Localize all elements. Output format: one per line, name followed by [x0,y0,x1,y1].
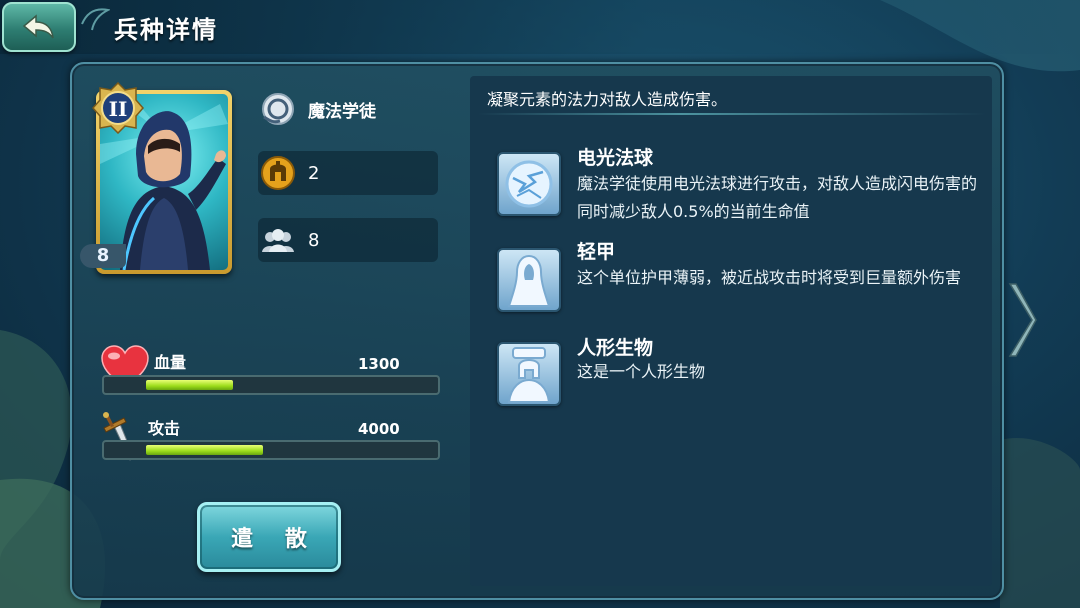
unit-description: 凝聚元素的法力对敌人造成伤害。 [487,90,728,109]
dismiss-button[interactable]: 遣 散 [197,502,341,572]
ability-title-1: 电光法球 [577,147,654,169]
back-button[interactable] [2,2,76,52]
page-title: 兵种详情 [114,16,218,44]
humanoid-icon [497,342,561,406]
attack-value: 4000 [358,420,400,438]
troops-icon [262,229,294,252]
defense-row: 2 [258,151,438,195]
lightning-orb-icon [497,152,561,216]
dismiss-button-label: 遣 散 [231,527,319,552]
light-armor-icon [497,248,561,312]
attack-bar-fill [146,445,263,455]
hp-bar [102,375,440,395]
unit-name: 魔法学徒 [308,101,376,122]
population-row: 8 [258,218,438,262]
header-ornament-icon [81,8,110,31]
attack-bar [102,440,440,460]
population-value: 8 [308,229,320,251]
hp-bar-fill [146,380,233,390]
rank-label: II [108,97,128,121]
ability-text-1: 魔法学徒使用电光法球进行攻击，对敌人造成闪电伤害的同时减少敌人0.5%的当前生命… [577,174,978,221]
magic-orb-icon [262,93,294,125]
spartan-helmet-icon [261,156,295,190]
ability-text-2: 这个单位护甲薄弱，被近战攻击时将受到巨量额外伤害 [577,268,962,287]
ability-text-3: 这是一个人形生物 [577,362,706,381]
description-divider [478,113,986,115]
unit-level: 8 [80,244,126,268]
defense-value: 2 [308,162,320,184]
next-unit-arrow-icon[interactable] [1006,280,1038,360]
unit-name-row: 魔法学徒 [258,87,438,131]
ability-title-2: 轻甲 [577,241,616,263]
ability-title-3: 人形生物 [577,337,654,359]
hp-label: 血量 [154,353,187,372]
attack-label: 攻击 [148,419,181,438]
back-arrow-icon [22,14,54,39]
hp-value: 1300 [358,355,400,373]
